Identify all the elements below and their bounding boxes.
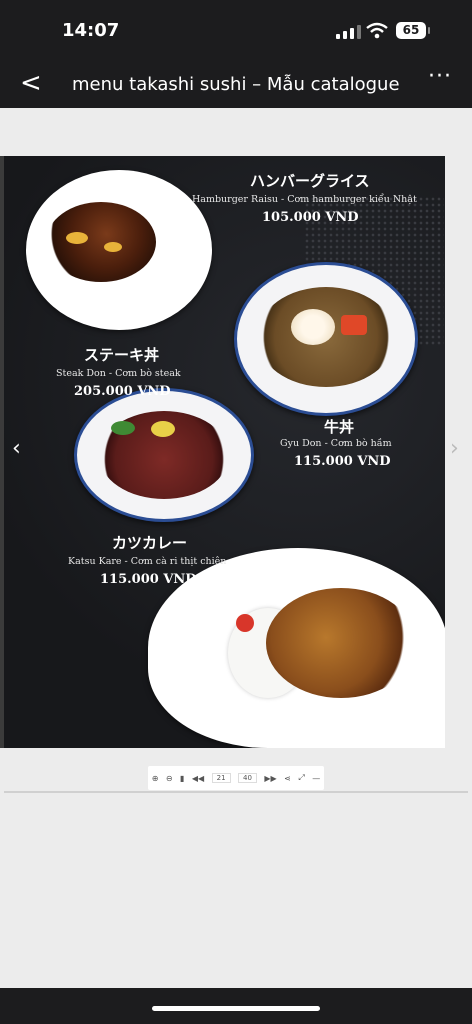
cellular-signal-icon bbox=[336, 25, 361, 39]
menu-item-1-name: Hamburger Raisu - Cơm hamburger kiểu Nhậ… bbox=[192, 194, 417, 205]
next-page-button[interactable]: › bbox=[450, 436, 459, 461]
viewer-toolbar: ⊕ ⊖ ▮ ◀◀ 21 40 ▶▶ ⋖ ⤢ — bbox=[148, 766, 324, 790]
nav-bar: < menu takashi sushi – Mẫu catalogue ··· bbox=[0, 62, 472, 108]
steak-don-bowl-image bbox=[74, 388, 254, 522]
menu-item-2-name: Steak Don - Cơm bò steak bbox=[56, 368, 181, 379]
share-icon[interactable]: ⋖ bbox=[284, 774, 291, 783]
current-page-field[interactable]: 21 bbox=[211, 773, 231, 783]
menu-item-3-name: Gyu Don - Cơm bò hầm bbox=[280, 438, 392, 449]
bookmark-icon[interactable]: ▮ bbox=[180, 774, 184, 783]
previous-page-button[interactable]: ‹ bbox=[12, 436, 21, 461]
menu-item-4-jp: カツカレー bbox=[112, 534, 188, 552]
gyu-don-bowl-image bbox=[234, 262, 418, 416]
zoom-out-icon[interactable]: ⊖ bbox=[166, 774, 173, 783]
home-bar-area bbox=[0, 988, 472, 1024]
menu-item-3-price: 115.000 VND bbox=[294, 454, 391, 469]
first-page-icon[interactable]: ◀◀ bbox=[192, 774, 204, 783]
menu-item-1-price: 105.000 VND bbox=[262, 210, 359, 225]
wifi-icon bbox=[366, 22, 388, 39]
menu-item-2-price: 205.000 VND bbox=[74, 384, 171, 399]
hamburger-plate-image bbox=[26, 170, 212, 330]
home-indicator[interactable] bbox=[152, 1006, 320, 1011]
more-options-button[interactable]: ··· bbox=[428, 64, 452, 89]
more-icon[interactable]: — bbox=[312, 774, 320, 783]
menu-item-3-jp: 牛丼 bbox=[324, 418, 355, 436]
last-page-icon[interactable]: ▶▶ bbox=[264, 774, 276, 783]
catalogue-viewer[interactable]: ハンバーグライス Hamburger Raisu - Cơm hamburger… bbox=[0, 108, 472, 988]
menu-item-4-name: Katsu Kare - Cơm cà ri thịt chiên bbox=[68, 556, 227, 567]
status-time: 14:07 bbox=[62, 20, 120, 41]
menu-item-1-jp: ハンバーグライス bbox=[250, 172, 370, 190]
catalogue-page: ハンバーグライス Hamburger Raisu - Cơm hamburger… bbox=[4, 156, 445, 748]
divider bbox=[4, 791, 468, 793]
back-button[interactable]: < bbox=[20, 68, 42, 98]
total-pages-label: 40 bbox=[238, 773, 257, 783]
zoom-in-icon[interactable]: ⊕ bbox=[152, 774, 159, 783]
page-title: menu takashi sushi – Mẫu catalogue bbox=[72, 74, 400, 95]
battery-indicator: 65 bbox=[396, 22, 430, 39]
status-bar: 14:07 65 bbox=[0, 0, 472, 62]
menu-item-4-price: 115.000 VND bbox=[100, 572, 197, 587]
fullscreen-icon[interactable]: ⤢ bbox=[298, 773, 304, 783]
menu-item-2-jp: ステーキ丼 bbox=[84, 346, 160, 364]
